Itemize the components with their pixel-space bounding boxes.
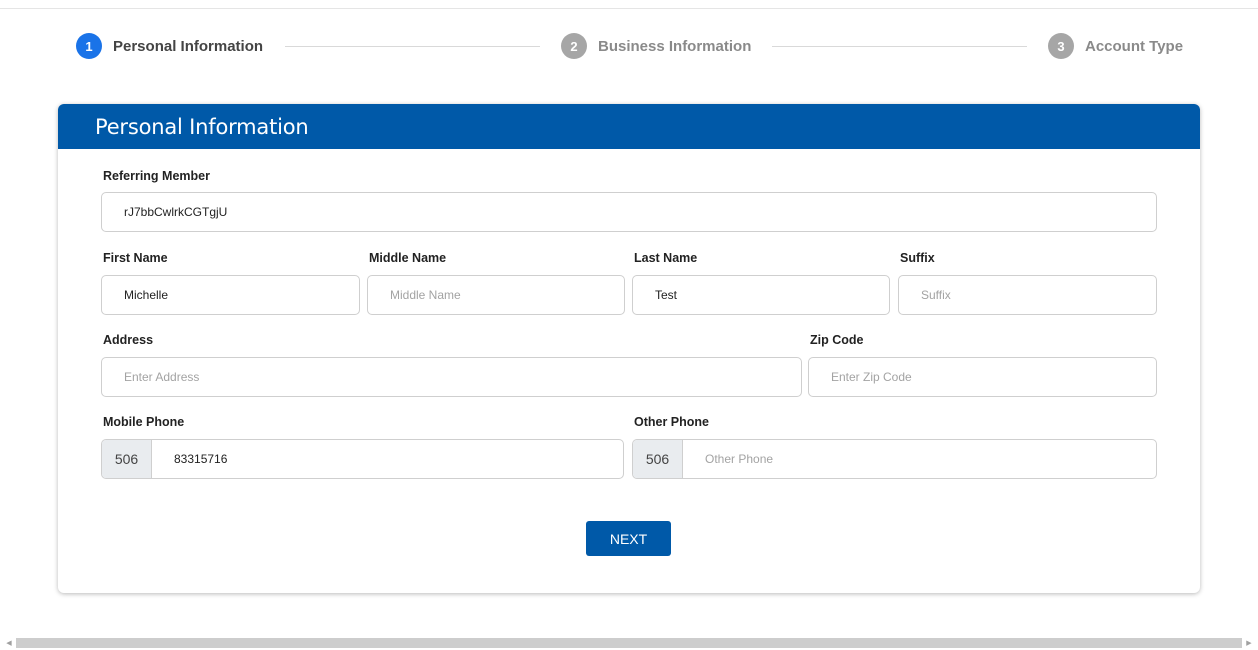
mobile-phone-group: 506: [101, 439, 624, 479]
referring-member-input[interactable]: [101, 192, 1157, 232]
address-input[interactable]: [101, 357, 802, 397]
progress-stepper: 1 Personal Information 2 Business Inform…: [0, 0, 1258, 90]
card-title: Personal Information: [95, 114, 309, 139]
step-number-badge: 3: [1048, 33, 1074, 59]
step-business-information[interactable]: 2 Business Information: [561, 33, 751, 59]
suffix-input[interactable]: [898, 275, 1157, 315]
middle-name-label: Middle Name: [369, 251, 447, 265]
step-account-type[interactable]: 3 Account Type: [1048, 33, 1183, 59]
other-phone-country-code: 506: [633, 440, 683, 478]
next-button[interactable]: NEXT: [586, 521, 671, 556]
zip-code-label: Zip Code: [810, 333, 864, 347]
zip-code-input[interactable]: [808, 357, 1157, 397]
scrollbar-thumb[interactable]: [16, 638, 1242, 648]
mobile-phone-country-code: 506: [102, 440, 152, 478]
mobile-phone-input[interactable]: [152, 440, 623, 478]
step-label: Business Information: [598, 37, 752, 55]
step-label: Account Type: [1085, 37, 1184, 55]
scroll-left-arrow-icon[interactable]: ◀: [2, 636, 16, 650]
step-label: Personal Information: [113, 37, 264, 55]
other-phone-group: 506: [632, 439, 1157, 479]
step-personal-information[interactable]: 1 Personal Information: [76, 33, 263, 59]
step-connector: [772, 46, 1027, 47]
step-number-badge: 1: [76, 33, 102, 59]
personal-information-card: Personal Information Referring Member Fi…: [58, 104, 1200, 593]
first-name-label: First Name: [103, 251, 168, 265]
first-name-input[interactable]: [101, 275, 360, 315]
address-label: Address: [103, 333, 154, 347]
step-connector: [285, 46, 540, 47]
last-name-label: Last Name: [634, 251, 698, 265]
suffix-label: Suffix: [900, 251, 935, 265]
horizontal-scrollbar[interactable]: ◀ ▶: [0, 636, 1258, 650]
card-header: Personal Information: [58, 104, 1200, 149]
mobile-phone-label: Mobile Phone: [103, 415, 185, 429]
middle-name-input[interactable]: [367, 275, 625, 315]
step-number-badge: 2: [561, 33, 587, 59]
scroll-right-arrow-icon[interactable]: ▶: [1242, 636, 1256, 650]
other-phone-label: Other Phone: [634, 415, 710, 429]
referring-member-label: Referring Member: [103, 169, 210, 183]
other-phone-input[interactable]: [683, 440, 1156, 478]
last-name-input[interactable]: [632, 275, 890, 315]
